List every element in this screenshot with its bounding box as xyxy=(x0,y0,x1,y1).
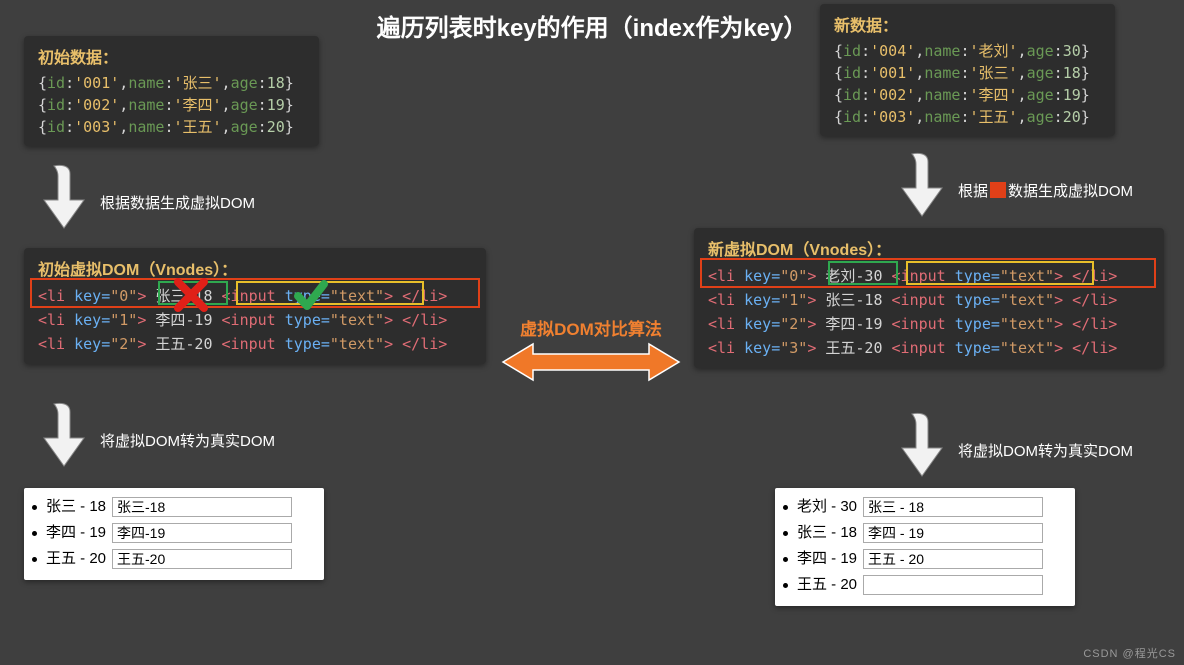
data-row: {id:'004',name:'老刘',age:30} xyxy=(834,40,1101,62)
list-item: 张三 - 18 xyxy=(46,494,314,520)
right-vdom-panel: 新虚拟DOM（Vnodes）： <li key="0"> 老刘-30 <inpu… xyxy=(694,228,1164,368)
arrow-down-icon xyxy=(40,162,88,232)
list-item-label: 张三 - 18 xyxy=(46,494,106,520)
arrow-down-icon xyxy=(898,150,946,220)
left-data-panel: 初始数据： {id:'001',name:'张三',age:18}{id:'00… xyxy=(24,36,319,146)
right-real-list: 老刘 - 30张三 - 18李四 - 19王五 - 20 xyxy=(775,488,1075,606)
data-row: {id:'001',name:'张三',age:18} xyxy=(834,62,1101,84)
list-item-label: 张三 - 18 xyxy=(797,520,857,546)
list-item-input[interactable] xyxy=(112,523,292,543)
list-item: 李四 - 19 xyxy=(797,546,1065,572)
list-item-input[interactable] xyxy=(863,549,1043,569)
left-vdom-title: 初始虚拟DOM（Vnodes）： xyxy=(38,256,472,280)
list-item-input[interactable] xyxy=(112,497,292,517)
watermark: CSDN @程光CS xyxy=(1083,645,1176,661)
vdom-row: <li key="1"> 李四-19 <input type="text"> <… xyxy=(38,308,472,332)
list-item: 老刘 - 30 xyxy=(797,494,1065,520)
list-item-label: 李四 - 19 xyxy=(797,546,857,572)
vdom-row: <li key="2"> 李四-19 <input type="text"> <… xyxy=(708,312,1150,336)
list-item-label: 李四 - 19 xyxy=(46,520,106,546)
list-item-input[interactable] xyxy=(863,497,1043,517)
vdom-row: <li key="2"> 王五-20 <input type="text"> <… xyxy=(38,332,472,356)
right-data-panel: 新数据： {id:'004',name:'老刘',age:30}{id:'001… xyxy=(820,4,1115,136)
data-row: {id:'003',name:'王五',age:20} xyxy=(38,116,305,138)
red-square-icon xyxy=(990,182,1006,198)
left-arrow1-label: 根据数据生成虚拟DOM xyxy=(100,192,255,213)
list-item-input[interactable] xyxy=(112,549,292,569)
compare-label: 虚拟DOM对比算法 xyxy=(501,315,681,340)
left-arrow2-label: 将虚拟DOM转为真实DOM xyxy=(100,430,275,451)
cross-icon xyxy=(174,278,208,312)
list-item: 王五 - 20 xyxy=(797,572,1065,598)
left-data-title: 初始数据： xyxy=(38,44,305,68)
arrow-down-icon xyxy=(40,400,88,470)
data-row: {id:'001',name:'张三',age:18} xyxy=(38,72,305,94)
check-icon xyxy=(294,278,328,312)
right-arrow1-label: 根据 数据生成虚拟DOM xyxy=(958,180,1133,201)
list-item-label: 王五 - 20 xyxy=(797,572,857,598)
list-item-input[interactable] xyxy=(863,523,1043,543)
vdom-row: <li key="0"> 张三-18 <input type="text"> <… xyxy=(38,284,472,308)
left-real-list: 张三 - 18李四 - 19王五 - 20 xyxy=(24,488,324,580)
page-title: 遍历列表时key的作用（index作为key） xyxy=(377,8,808,43)
list-item-input[interactable] xyxy=(863,575,1043,595)
data-row: {id:'002',name:'李四',age:19} xyxy=(834,84,1101,106)
list-item: 张三 - 18 xyxy=(797,520,1065,546)
double-arrow-icon xyxy=(501,342,681,382)
arrow-down-icon xyxy=(898,410,946,480)
list-item: 李四 - 19 xyxy=(46,520,314,546)
left-vdom-panel: 初始虚拟DOM（Vnodes）： <li key="0"> 张三-18 <inp… xyxy=(24,248,486,364)
right-data-title: 新数据： xyxy=(834,12,1101,36)
right-vdom-title: 新虚拟DOM（Vnodes）： xyxy=(708,236,1150,260)
list-item-label: 老刘 - 30 xyxy=(797,494,857,520)
list-item-label: 王五 - 20 xyxy=(46,546,106,572)
right-arrow2-label: 将虚拟DOM转为真实DOM xyxy=(958,440,1133,461)
data-row: {id:'003',name:'王五',age:20} xyxy=(834,106,1101,128)
vdom-row: <li key="3"> 王五-20 <input type="text"> <… xyxy=(708,336,1150,360)
data-row: {id:'002',name:'李四',age:19} xyxy=(38,94,305,116)
double-arrow: 虚拟DOM对比算法 xyxy=(501,315,681,387)
right-arrow1-post: 数据生成虚拟DOM xyxy=(1008,183,1133,200)
list-item: 王五 - 20 xyxy=(46,546,314,572)
right-arrow1-pre: 根据 xyxy=(958,183,988,200)
vdom-row: <li key="0"> 老刘-30 <input type="text"> <… xyxy=(708,264,1150,288)
vdom-row: <li key="1"> 张三-18 <input type="text"> <… xyxy=(708,288,1150,312)
